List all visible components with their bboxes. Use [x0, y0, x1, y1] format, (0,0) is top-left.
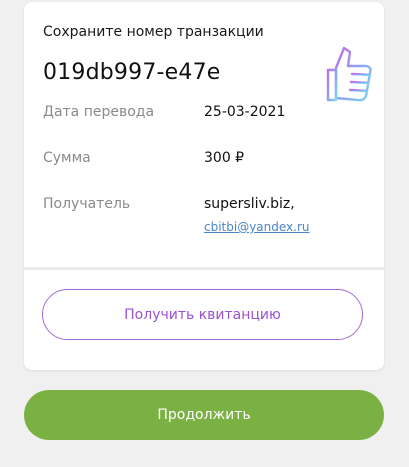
thumbs-up-icon [326, 46, 372, 102]
recipient-label: Получатель [43, 196, 131, 212]
amount-value: 300 ₽ [204, 150, 245, 166]
get-receipt-button[interactable]: Получить квитанцию [42, 289, 363, 340]
recipient-value: supersliv.biz, [204, 196, 295, 212]
save-transaction-label: Сохраните номер транзакции [43, 24, 264, 40]
transfer-date-value: 25-03-2021 [204, 104, 286, 120]
transfer-date-label: Дата перевода [43, 104, 155, 120]
recipient-email-link[interactable]: cbitbi@yandex.ru [204, 220, 310, 234]
transaction-card: Сохраните номер транзакции 019db997-e47e [24, 2, 384, 370]
transaction-success-page: Сохраните номер транзакции 019db997-e47e [0, 0, 409, 467]
amount-label: Сумма [43, 150, 91, 166]
card-divider [24, 267, 384, 270]
transaction-details: Сохраните номер транзакции 019db997-e47e [24, 2, 384, 267]
transaction-id: 019db997-e47e [43, 60, 221, 85]
continue-button[interactable]: Продолжить [24, 390, 384, 440]
